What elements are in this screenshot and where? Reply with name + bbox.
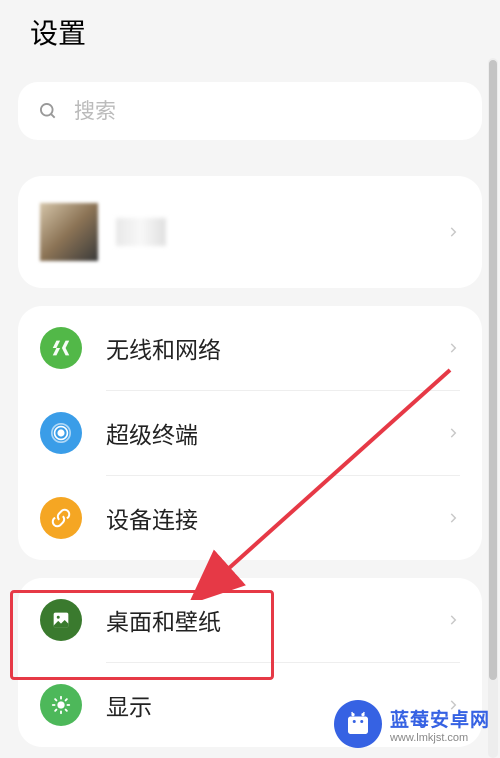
home-wallpaper-row[interactable]: 桌面和壁纸 (18, 578, 482, 662)
chevron-right-icon (446, 613, 460, 627)
wireless-icon (40, 327, 82, 369)
wireless-label: 无线和网络 (106, 331, 446, 365)
settings-scroll[interactable]: 无线和网络 超级终端 设备连接 桌面和壁纸 (0, 64, 500, 754)
scrollbar-thumb[interactable] (489, 60, 497, 680)
device-connect-icon (40, 497, 82, 539)
super-device-label: 超级终端 (106, 416, 446, 450)
chevron-right-icon (446, 426, 460, 440)
account-row[interactable] (18, 176, 482, 288)
chevron-right-icon (446, 341, 460, 355)
wireless-row[interactable]: 无线和网络 (18, 306, 482, 390)
watermark-logo-icon (334, 700, 382, 748)
super-device-row[interactable]: 超级终端 (18, 391, 482, 475)
watermark: 蓝莓安卓网 www.lmkjst.com (334, 700, 490, 748)
avatar (40, 203, 98, 261)
chevron-right-icon (446, 225, 460, 239)
account-name-blurred (116, 218, 166, 246)
device-connect-row[interactable]: 设备连接 (18, 476, 482, 560)
page-title: 设置 (0, 0, 500, 64)
connectivity-card: 无线和网络 超级终端 设备连接 (18, 306, 482, 560)
search-input[interactable] (74, 99, 462, 124)
account-card (18, 176, 482, 288)
super-device-icon (40, 412, 82, 454)
search-bar[interactable] (18, 82, 482, 140)
display-icon (40, 684, 82, 726)
wallpaper-icon (40, 599, 82, 641)
chevron-right-icon (446, 511, 460, 525)
home-wallpaper-label: 桌面和壁纸 (106, 603, 446, 637)
search-icon (38, 101, 58, 121)
watermark-url: www.lmkjst.com (390, 732, 490, 744)
watermark-title: 蓝莓安卓网 (390, 705, 490, 732)
device-connect-label: 设备连接 (106, 501, 446, 535)
